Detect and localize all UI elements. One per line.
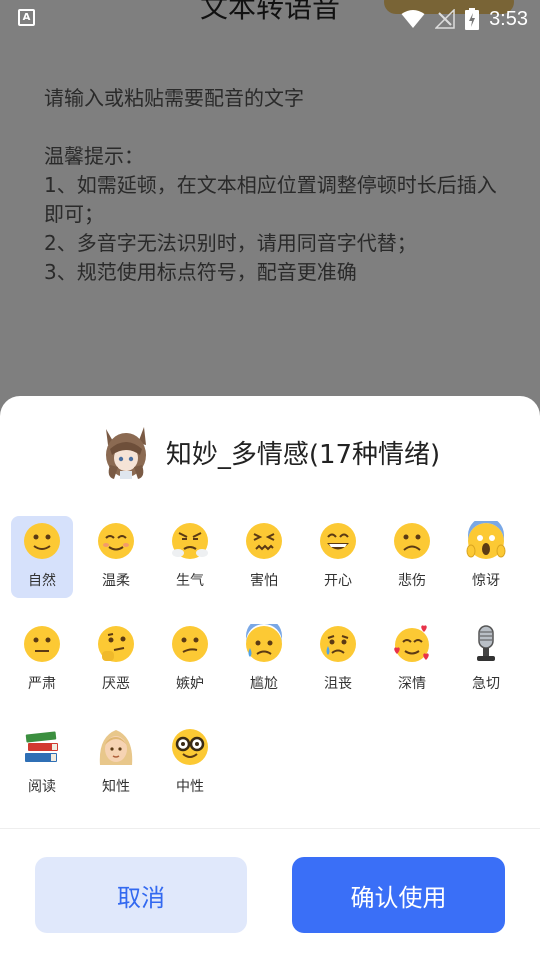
- emotion-label: 悲伤: [398, 573, 426, 589]
- confirm-use-button[interactable]: 确认使用: [292, 857, 505, 933]
- confused-face-icon: [172, 626, 208, 662]
- divider: [0, 828, 540, 829]
- emotion-option-angry[interactable]: 生气: [159, 516, 221, 598]
- voice-header: 知妙_多情感(17种情绪): [0, 420, 540, 484]
- emotion-label: 急切: [472, 676, 500, 692]
- emotion-option-affectionate[interactable]: 深情: [381, 619, 443, 701]
- anxious-sweat-face-icon: [246, 624, 282, 662]
- emotion-option-happy[interactable]: 开心: [307, 516, 369, 598]
- emotion-label: 深情: [398, 676, 426, 692]
- emotion-label: 开心: [324, 573, 352, 589]
- emotion-label: 中性: [176, 779, 204, 795]
- emotion-option-surprised[interactable]: 惊讶: [455, 516, 517, 598]
- emotion-label: 温柔: [102, 573, 130, 589]
- cancel-button[interactable]: 取消: [35, 857, 247, 933]
- emotion-option-gentle[interactable]: 温柔: [85, 516, 147, 598]
- app-notification-icon: A: [18, 9, 35, 26]
- emotion-option-neutral[interactable]: 中性: [159, 722, 221, 804]
- emotion-label: 自然: [28, 573, 56, 589]
- emotion-option-sad[interactable]: 悲伤: [381, 516, 443, 598]
- emotion-option-disgust[interactable]: 厌恶: [85, 619, 147, 701]
- smiling-face-icon: [98, 523, 134, 559]
- no-signal-icon: [435, 9, 455, 29]
- emotion-option-serious[interactable]: 严肃: [11, 619, 73, 701]
- emotion-label: 尴尬: [250, 676, 278, 692]
- emotion-picker-sheet: 知妙_多情感(17种情绪) 自然 温柔 生气 害怕 开心 悲伤 惊讶 严肃 厌恶…: [0, 396, 540, 960]
- emotion-option-afraid[interactable]: 害怕: [233, 516, 295, 598]
- status-time: 3:53: [489, 7, 528, 30]
- wifi-icon: [401, 10, 425, 28]
- thinking-face-icon: [98, 626, 134, 662]
- woman-icon: [99, 730, 133, 765]
- confounded-face-icon: [246, 523, 282, 559]
- slightly-smiling-face-icon: [24, 523, 60, 559]
- emotion-option-jealous[interactable]: 嫉妒: [159, 619, 221, 701]
- emotion-label: 厌恶: [102, 676, 130, 692]
- emotion-label: 嫉妒: [176, 676, 204, 692]
- nerd-face-icon: [172, 729, 208, 765]
- books-icon: [25, 731, 58, 762]
- emotion-label: 阅读: [28, 779, 56, 795]
- steam-from-nose-face-icon: [172, 523, 208, 559]
- microphone-icon: [477, 625, 495, 661]
- emotion-option-awkward[interactable]: 尴尬: [233, 619, 295, 701]
- grinning-face-icon: [320, 523, 356, 559]
- emotion-option-urgent[interactable]: 急切: [455, 619, 517, 701]
- screaming-face-icon: [466, 521, 506, 559]
- neutral-face-icon: [24, 626, 60, 662]
- voice-avatar: [100, 425, 152, 479]
- emotion-label: 惊讶: [472, 573, 500, 589]
- voice-name: 知妙_多情感(17种情绪): [165, 439, 441, 470]
- emotion-label: 沮丧: [324, 676, 352, 692]
- frowning-face-icon: [394, 523, 430, 559]
- emotion-option-intellectual[interactable]: 知性: [85, 722, 147, 804]
- battery-charging-icon: [465, 8, 480, 30]
- emotion-label: 害怕: [250, 573, 278, 589]
- status-bar: A 3:53: [0, 0, 540, 40]
- emotion-option-reading[interactable]: 阅读: [11, 722, 73, 804]
- crying-face-icon: [320, 626, 356, 662]
- emotion-label: 严肃: [28, 676, 56, 692]
- emotion-label: 知性: [102, 779, 130, 795]
- emotion-option-natural[interactable]: 自然: [11, 516, 73, 598]
- emotion-option-depressed[interactable]: 沮丧: [307, 619, 369, 701]
- emotion-label: 生气: [176, 573, 204, 589]
- smiling-hearts-face-icon: [394, 625, 429, 662]
